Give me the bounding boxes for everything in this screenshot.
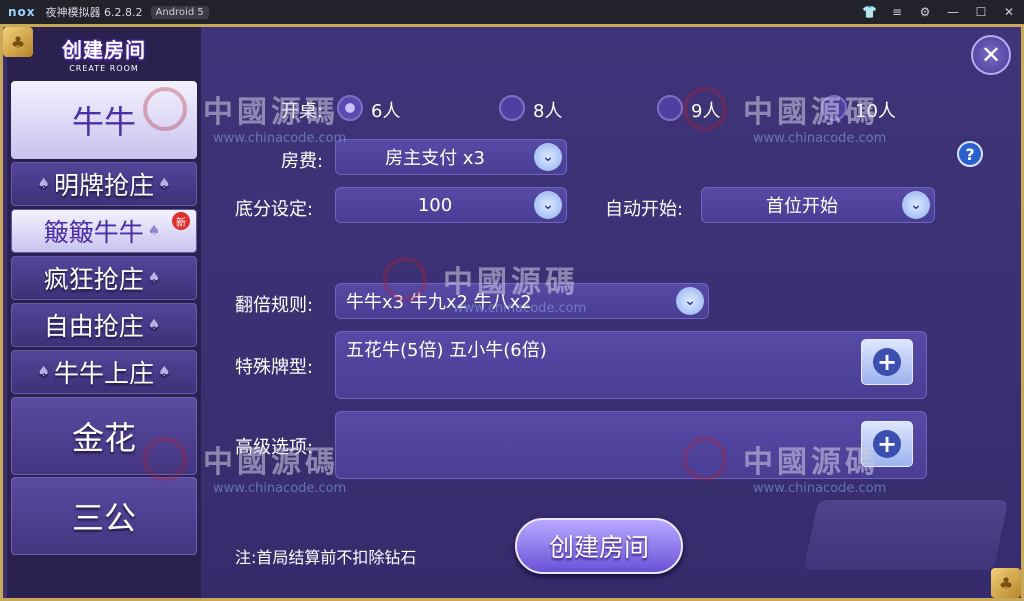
room-settings-panel: ✕ 开桌: 6人 8人 9人 10人 ? 房费: 房主支付 x3 ⌄ 底分设定:…	[201, 27, 1021, 598]
sidebar-sub-fengkuang[interactable]: 疯狂抢庄 ♠	[11, 256, 197, 300]
club-corner-icon: ♣	[3, 27, 33, 57]
sidebar-sub-label: 簸簸牛牛	[43, 218, 144, 247]
auto-start-select[interactable]: 首位开始 ⌄	[701, 187, 935, 223]
minimize-icon[interactable]: —	[946, 5, 960, 19]
radio-8-players[interactable]	[499, 95, 525, 121]
brand-header: 创建房间 CREATE ROOM	[7, 27, 201, 79]
spade-icon: ♠	[158, 364, 171, 380]
spade-icon: ♠	[147, 270, 161, 286]
decorative-cards	[803, 500, 1009, 570]
sidebar-sub-label: 牛牛上庄	[53, 359, 154, 388]
chevron-down-icon: ⌄	[676, 287, 704, 315]
fee-select[interactable]: 房主支付 x3 ⌄	[335, 139, 567, 175]
special-value: 五花牛(5倍) 五小牛(6倍)	[346, 340, 547, 361]
create-room-dialog: 创建房间 CREATE ROOM 牛牛 ♠ 明牌抢庄 ♠ 簸簸牛牛 ♠ 新 疯狂…	[0, 24, 1024, 601]
spade-icon: ♠	[147, 223, 161, 239]
brand-title: 创建房间	[62, 37, 146, 62]
multiplier-value: 牛牛x3 牛九x2 牛八x2	[346, 292, 532, 313]
fee-label: 房费:	[281, 151, 324, 172]
sidebar-sub-mingpai[interactable]: ♠ 明牌抢庄 ♠	[11, 162, 197, 206]
add-special-button[interactable]: +	[861, 339, 913, 385]
emulator-titlebar: nox 夜神模拟器 6.2.8.2 Android 5 👕 ≡ ⚙ — ☐ ✕	[0, 0, 1024, 24]
spade-icon: ♠	[147, 317, 161, 333]
emulator-title: 夜神模拟器 6.2.8.2	[45, 6, 143, 19]
nox-logo: nox	[8, 5, 36, 19]
chevron-down-icon: ⌄	[534, 143, 562, 171]
spade-icon: ♠	[158, 176, 171, 192]
special-field: 五花牛(5倍) 五小牛(6倍)	[335, 331, 927, 399]
sidebar-item-niuniu[interactable]: 牛牛	[11, 81, 197, 159]
sidebar-sub-bobo[interactable]: 簸簸牛牛 ♠ 新	[11, 209, 197, 253]
radio-10-players[interactable]	[821, 95, 847, 121]
help-icon[interactable]: ?	[957, 141, 983, 167]
club-corner-icon: ♣	[991, 568, 1021, 598]
plus-icon: +	[873, 430, 901, 458]
brand-subtitle: CREATE ROOM	[69, 63, 139, 73]
advanced-label: 高级选项:	[235, 437, 314, 458]
close-icon[interactable]: ✕	[1002, 5, 1016, 19]
footnote: 注:首局结算前不扣除钻石	[235, 548, 417, 567]
base-score-value: 100	[417, 194, 453, 216]
advanced-field	[335, 411, 927, 479]
plus-icon: +	[873, 348, 901, 376]
radio-label: 9人	[691, 101, 721, 122]
menu-icon[interactable]: ≡	[890, 5, 904, 19]
sidebar-sub-label: 明牌抢庄	[53, 171, 154, 200]
sidebar-sub-label: 自由抢庄	[43, 312, 144, 341]
radio-9-players[interactable]	[657, 95, 683, 121]
multiplier-select[interactable]: 牛牛x3 牛九x2 牛八x2 ⌄	[335, 283, 709, 319]
spade-icon: ♠	[37, 364, 50, 380]
spade-icon: ♠	[37, 176, 50, 192]
auto-start-label: 自动开始:	[605, 199, 684, 220]
radio-label: 10人	[855, 101, 896, 122]
maximize-icon[interactable]: ☐	[974, 5, 988, 19]
game-type-sidebar: 创建房间 CREATE ROOM 牛牛 ♠ 明牌抢庄 ♠ 簸簸牛牛 ♠ 新 疯狂…	[7, 27, 201, 598]
tables-label: 开桌:	[281, 101, 324, 122]
special-label: 特殊牌型:	[235, 357, 314, 378]
radio-label: 6人	[371, 101, 401, 122]
auto-start-value: 首位开始	[766, 196, 838, 217]
sidebar-sub-ziyou[interactable]: 自由抢庄 ♠	[11, 303, 197, 347]
fee-value: 房主支付 x3	[385, 148, 485, 169]
radio-6-players[interactable]	[337, 95, 363, 121]
android-version-badge: Android 5	[150, 5, 209, 19]
new-badge: 新	[172, 212, 190, 230]
sidebar-item-jinhua[interactable]: 金花	[11, 397, 197, 475]
shirt-icon[interactable]: 👕	[862, 5, 877, 19]
create-room-button[interactable]: 创建房间	[515, 518, 683, 574]
add-advanced-button[interactable]: +	[861, 421, 913, 467]
chevron-down-icon: ⌄	[534, 191, 562, 219]
settings-icon[interactable]: ⚙	[918, 5, 932, 19]
base-score-label: 底分设定:	[235, 199, 314, 220]
sidebar-sub-shangzhuang[interactable]: ♠ 牛牛上庄 ♠	[11, 350, 197, 394]
multiplier-label: 翻倍规则:	[235, 295, 314, 316]
sidebar-item-sangong[interactable]: 三公	[11, 477, 197, 555]
radio-label: 8人	[533, 101, 563, 122]
chevron-down-icon: ⌄	[902, 191, 930, 219]
close-button[interactable]: ✕	[971, 35, 1011, 75]
base-score-select[interactable]: 100 ⌄	[335, 187, 567, 223]
sidebar-sub-label: 疯狂抢庄	[43, 265, 144, 294]
